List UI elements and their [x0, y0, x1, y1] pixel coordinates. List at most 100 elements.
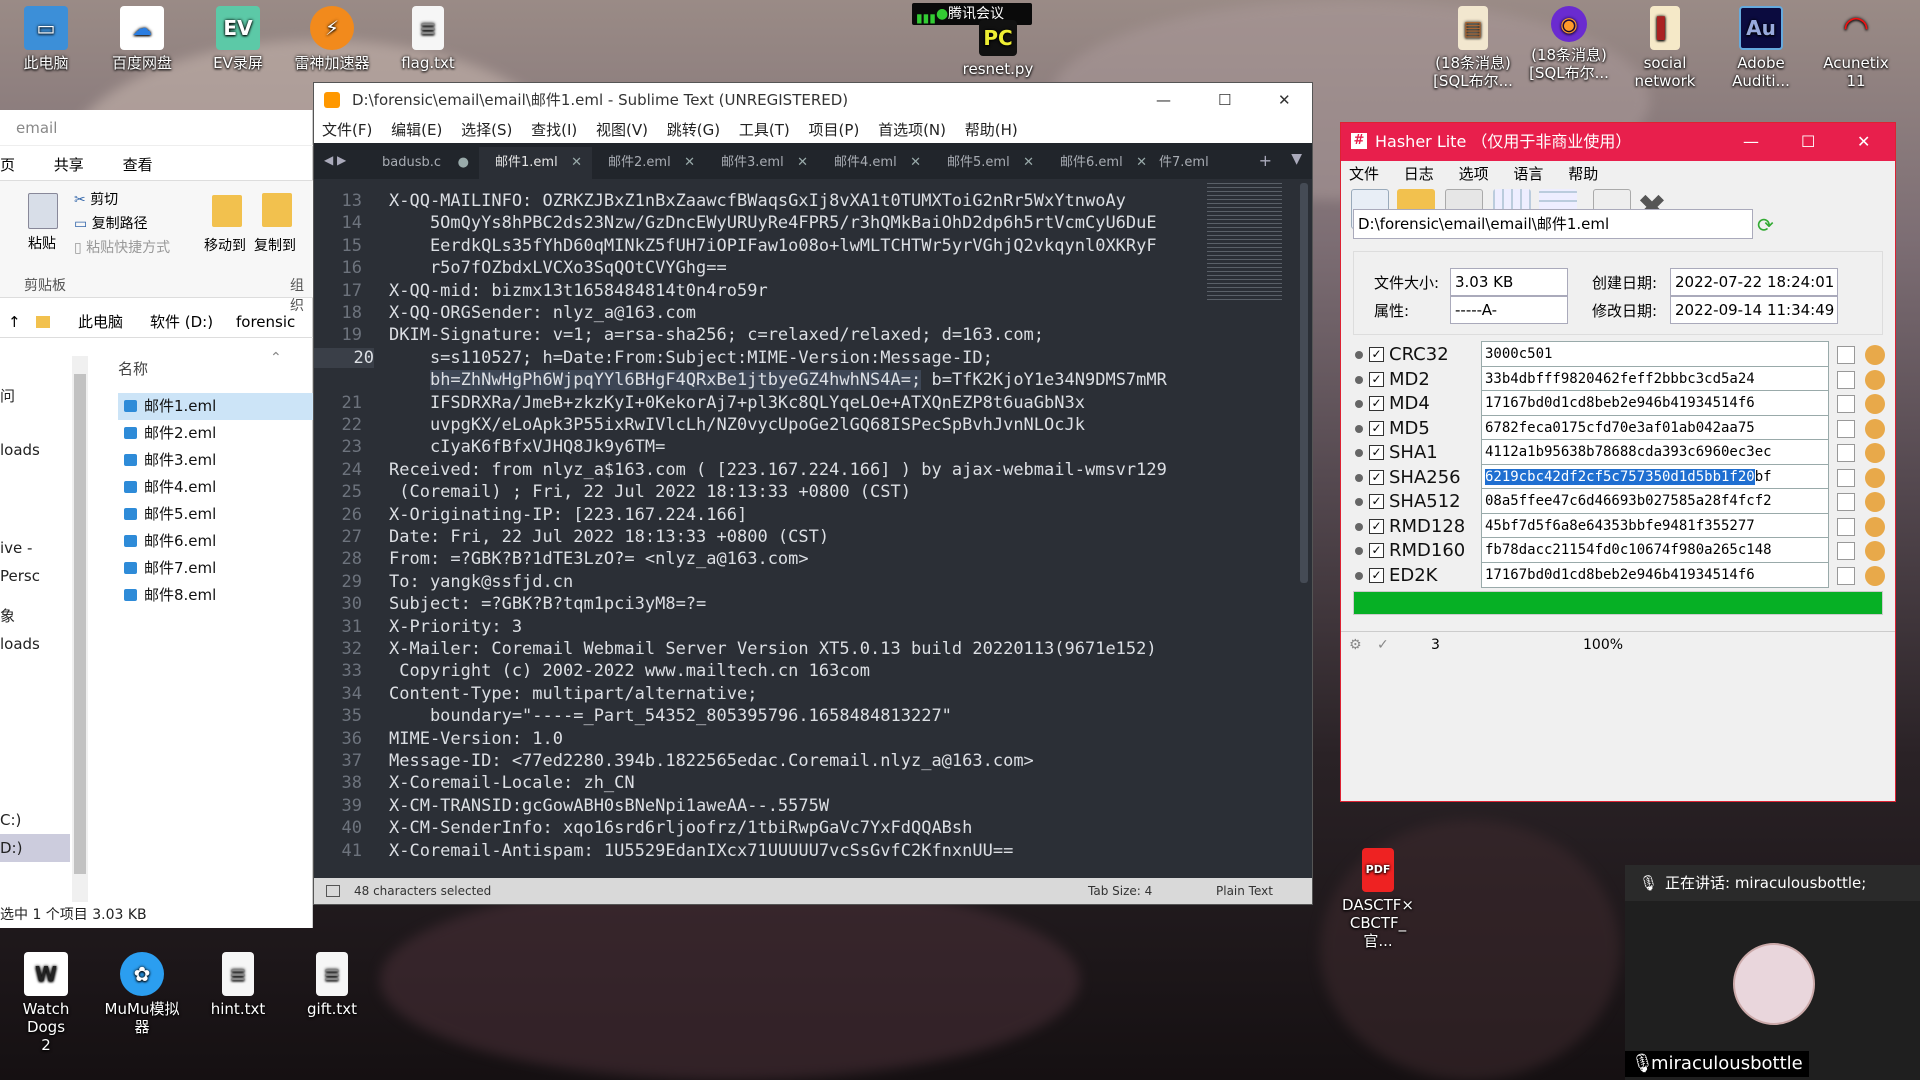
lookup-globe-icon[interactable]	[1865, 565, 1885, 586]
copy-icon[interactable]	[1837, 542, 1855, 560]
editor-scrollbar[interactable]	[1300, 183, 1308, 583]
tab-badusb[interactable]: badusb.c ●	[366, 147, 479, 179]
ribbon-tab-home[interactable]: 页	[0, 154, 15, 175]
tab-size[interactable]: Tab Size: 4	[1088, 878, 1152, 904]
breadcrumb-forensic[interactable]: forensic	[236, 306, 295, 338]
code-line[interactable]: X-Priority: 3	[389, 617, 522, 637]
tab-mail3[interactable]: 邮件3.eml ✕	[705, 147, 818, 179]
copy-icon[interactable]	[1837, 370, 1855, 389]
hash-value[interactable]: 6782feca0175cfd70e3af01ab042aa75	[1481, 414, 1829, 441]
desktop-icon-gift[interactable]: ≡ gift.txt	[292, 952, 372, 1018]
breadcrumb[interactable]: ↑ 此电脑 软件 (D:) forensic	[0, 306, 313, 338]
hash-value[interactable]: 6219cbc42df2cf5c757350d1d5bb1f20bf	[1481, 463, 1829, 490]
check-icon[interactable]: ✓	[1377, 632, 1389, 658]
minimize-button[interactable]: —	[1743, 123, 1759, 161]
close-button[interactable]: ✕	[1857, 123, 1870, 161]
move-to-button[interactable]: 移动到	[204, 235, 246, 255]
lookup-globe-icon[interactable]	[1865, 467, 1885, 488]
code-line[interactable]: Received: from nlyz_a$163.com ( [223.167…	[389, 460, 1167, 480]
nav-item[interactable]: 象	[0, 602, 70, 630]
tab-mail6[interactable]: 邮件6.eml ✕	[1044, 147, 1157, 179]
tab-mail2[interactable]: 邮件2.eml ✕	[592, 147, 705, 179]
paste-icon[interactable]	[28, 193, 58, 229]
menu-tools[interactable]: 工具(T)	[739, 121, 790, 139]
file-item[interactable]: 邮件3.eml	[118, 447, 313, 474]
code-line[interactable]: X-QQ-mid: bizmx13t1658484814t0n4ro59r	[389, 281, 768, 301]
file-item[interactable]: 邮件4.eml	[118, 474, 313, 501]
hash-value[interactable]: 3000c501	[1481, 341, 1829, 367]
refresh-icon[interactable]: ⟳	[1757, 213, 1774, 237]
lookup-globe-icon[interactable]	[1865, 443, 1885, 463]
desktop-icon-hint[interactable]: ≡ hint.txt	[198, 952, 278, 1018]
tab-scroll-left-icon[interactable]: ◀ ▶	[324, 153, 346, 167]
code-line[interactable]: IFSDRXRa/JmeB+zkzKyI+0KekorAj7+pl3Kc8QLY…	[389, 393, 1085, 413]
lookup-globe-icon[interactable]	[1865, 541, 1885, 561]
desktop-icon-watchdogs[interactable]: W Watch Dogs 2	[6, 952, 86, 1054]
code-line[interactable]: MIME-Version: 1.0	[389, 729, 563, 749]
copy-to-icon[interactable]	[262, 193, 292, 227]
tab-list-chevron-icon[interactable]: ▼	[1291, 151, 1302, 167]
desktop-icon-dasctf[interactable]: PDF DASCTF× CBCTF_官...	[1338, 848, 1418, 950]
file-item[interactable]: 邮件5.eml	[118, 501, 313, 528]
hash-checkbox[interactable]: ✓	[1369, 347, 1384, 362]
hash-checkbox[interactable]: ✓	[1369, 518, 1384, 534]
cut-button[interactable]: ✂ 剪切	[74, 189, 118, 209]
file-item[interactable]: 邮件6.eml	[118, 528, 313, 555]
hash-checkbox[interactable]: ✓	[1369, 567, 1384, 583]
code-line[interactable]: 5OmQyYs8hPBC2ds23Nzw/GzDncEWyURUyRe4FPR5…	[389, 213, 1157, 233]
panel-toggle-icon[interactable]	[326, 885, 340, 897]
paste-shortcut-button[interactable]: ▯ 粘贴快捷方式	[74, 237, 170, 257]
code-line[interactable]: X-Mailer: Coremail Webmail Server Versio…	[389, 639, 1157, 659]
copy-icon[interactable]	[1837, 444, 1855, 462]
desktop-icon-audition[interactable]: Au Adobe Auditi...	[1721, 6, 1801, 90]
breadcrumb-drive[interactable]: 软件 (D:)	[150, 306, 213, 338]
code-line[interactable]: cIyaK6fBfxVJHQ8Jk9y6TM=	[389, 437, 665, 457]
code-line[interactable]: X-QQ-ORGSender: nlyz_a@163.com	[389, 303, 696, 323]
code-line[interactable]: X-CM-SenderInfo: xqo16srd6rljoofrz/1tbiR…	[389, 818, 972, 838]
menu-file[interactable]: 文件(F)	[322, 121, 372, 139]
code-line[interactable]: EerdkQLs35fYhD60qMINkZ5fUH7iOPIFaw1o08o+…	[389, 236, 1157, 256]
menu-edit[interactable]: 编辑(E)	[391, 121, 442, 139]
hash-checkbox[interactable]: ✓	[1369, 543, 1384, 558]
code-line[interactable]: r5o7fOZbdxLVCXo3SqQOtCVYGhg==	[389, 258, 727, 278]
maximize-button[interactable]: ☐	[1801, 123, 1815, 161]
up-arrow-icon[interactable]: ↑	[8, 306, 21, 338]
tab-close-icon[interactable]: ✕	[910, 147, 921, 179]
settings-gear-icon[interactable]: ⚙	[1349, 632, 1362, 658]
menu-view[interactable]: 视图(V)	[596, 121, 648, 139]
code-line[interactable]: X-QQ-MAILINFO: OZRKZJBxZ1nBxZaawcfBWaqsG…	[389, 191, 1126, 211]
menu-log[interactable]: 日志	[1404, 165, 1434, 183]
hash-checkbox[interactable]: ✓	[1369, 420, 1384, 436]
copy-icon[interactable]	[1837, 517, 1855, 536]
tab-close-icon[interactable]: ✕	[571, 147, 582, 179]
copy-icon[interactable]	[1837, 346, 1855, 364]
ribbon-tab-share[interactable]: 共享	[54, 154, 84, 175]
nav-item[interactable]: loads	[0, 436, 70, 464]
menu-help[interactable]: 帮助(H)	[965, 121, 1018, 139]
nav-item[interactable]: ive - Persc	[0, 534, 70, 585]
hash-value[interactable]: 4112a1b95638b78688cda393c6960ec3ec	[1481, 439, 1829, 465]
close-button[interactable]: ✕	[1278, 83, 1291, 117]
file-path-field[interactable]: D:\forensic\email\email\邮件1.eml	[1353, 209, 1753, 239]
code-line[interactable]: Message-ID: <77ed2280.394b.1822565edac.C…	[389, 751, 1034, 771]
code-line[interactable]: X-Coremail-Antispam: 1U5529EdanIXcx71UUU…	[389, 841, 1013, 861]
tab-close-icon[interactable]: ✕	[797, 147, 808, 179]
file-item[interactable]: 邮件2.eml	[118, 420, 313, 447]
code-line[interactable]: From: =?GBK?B?1dTE3LzO?= <nlyz_a@163.com…	[389, 549, 809, 569]
tab-close-icon[interactable]: ✕	[1023, 147, 1034, 179]
nav-item[interactable]: 问	[0, 382, 70, 410]
copy-to-button[interactable]: 复制到	[254, 235, 296, 255]
code-line[interactable]: X-Originating-IP: [223.167.224.166]	[389, 505, 747, 525]
desktop-icon-this-pc[interactable]: ▭ 此电脑	[6, 6, 86, 72]
sort-chevron-icon[interactable]: ⌃	[270, 350, 282, 366]
maximize-button[interactable]: ☐	[1218, 83, 1231, 117]
copy-icon[interactable]	[1837, 419, 1855, 438]
lookup-globe-icon[interactable]	[1865, 516, 1885, 537]
tab-mail7[interactable]: 件7.eml	[1157, 147, 1232, 179]
tab-close-icon[interactable]: ✕	[1136, 147, 1147, 179]
desktop-icon-mumu[interactable]: ✿ MuMu模拟 器	[102, 952, 182, 1036]
desktop-icon-social[interactable]: ▌ social network	[1625, 6, 1705, 90]
code-line[interactable]: boundary="----=_Part_54352_805395796.165…	[389, 706, 952, 726]
selected-hash-text[interactable]: 6219cbc42df2cf5c757350d1d5bb1f20	[1485, 468, 1755, 485]
nav-item[interactable]: D:)	[0, 834, 70, 862]
